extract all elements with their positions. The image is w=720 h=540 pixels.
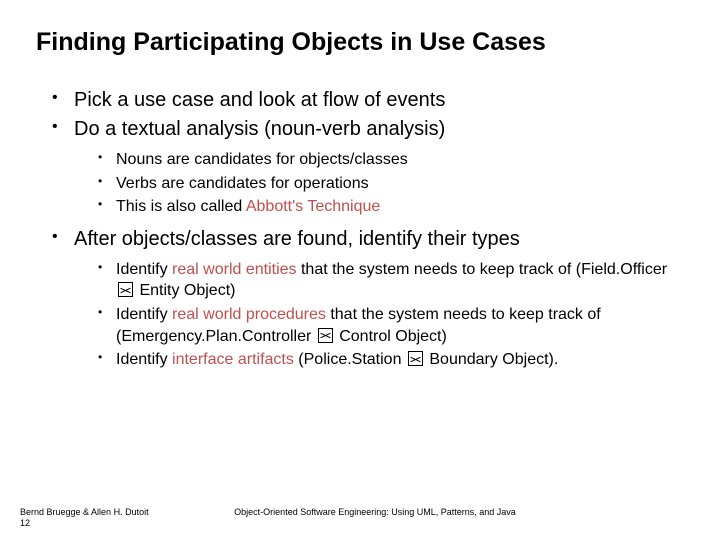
- sub-text: that the system needs to keep track of (…: [297, 261, 668, 278]
- sub-text: Identify: [116, 261, 172, 278]
- sub-list: Nouns are candidates for objects/classes…: [74, 149, 684, 218]
- footer-title: Object-Oriented Software Engineering: Us…: [170, 507, 550, 517]
- bullet-item: After objects/classes are found, identif…: [52, 226, 684, 371]
- emphasis: interface artifacts: [172, 351, 294, 368]
- slide-title: Finding Participating Objects in Use Cas…: [36, 28, 684, 57]
- footer-left: Bernd Bruegge & Allen H. Dutoit 12: [20, 507, 200, 530]
- sub-list: Identify real world entities that the sy…: [74, 259, 684, 371]
- arrow-icon: [118, 282, 133, 297]
- bullet-item: Do a textual analysis (noun-verb analysi…: [52, 116, 684, 218]
- sub-text: Identify: [116, 351, 172, 368]
- bullet-list: Pick a use case and look at flow of even…: [36, 87, 684, 371]
- sub-item: Identify interface artifacts (Police.Sta…: [98, 349, 684, 371]
- emphasis: real world procedures: [172, 306, 326, 323]
- sub-item: Identify real world procedures that the …: [98, 304, 684, 347]
- sub-text: (Police.Station: [294, 351, 406, 368]
- slide-footer: Bernd Bruegge & Allen H. Dutoit 12 Objec…: [20, 507, 700, 530]
- bullet-item: Pick a use case and look at flow of even…: [52, 87, 684, 114]
- emphasis: Abbott's Technique: [246, 198, 380, 215]
- arrow-icon: [408, 351, 423, 366]
- sub-text: Boundary Object).: [425, 351, 558, 368]
- footer-authors: Bernd Bruegge & Allen H. Dutoit: [20, 507, 149, 517]
- arrow-icon: [318, 328, 333, 343]
- sub-item: Nouns are candidates for objects/classes: [98, 149, 684, 171]
- sub-item: Identify real world entities that the sy…: [98, 259, 684, 302]
- sub-text: This is also called: [116, 198, 246, 215]
- sub-text: Identify: [116, 306, 172, 323]
- sub-item: Verbs are candidates for operations: [98, 173, 684, 195]
- emphasis: real world entities: [172, 261, 297, 278]
- sub-item: This is also called Abbott's Technique: [98, 196, 684, 218]
- bullet-text: After objects/classes are found, identif…: [74, 228, 520, 250]
- sub-text: Entity Object): [135, 282, 235, 299]
- footer-page-number: 12: [20, 518, 30, 528]
- bullet-text: Do a textual analysis (noun-verb analysi…: [74, 118, 445, 140]
- sub-text: Control Object): [335, 328, 447, 345]
